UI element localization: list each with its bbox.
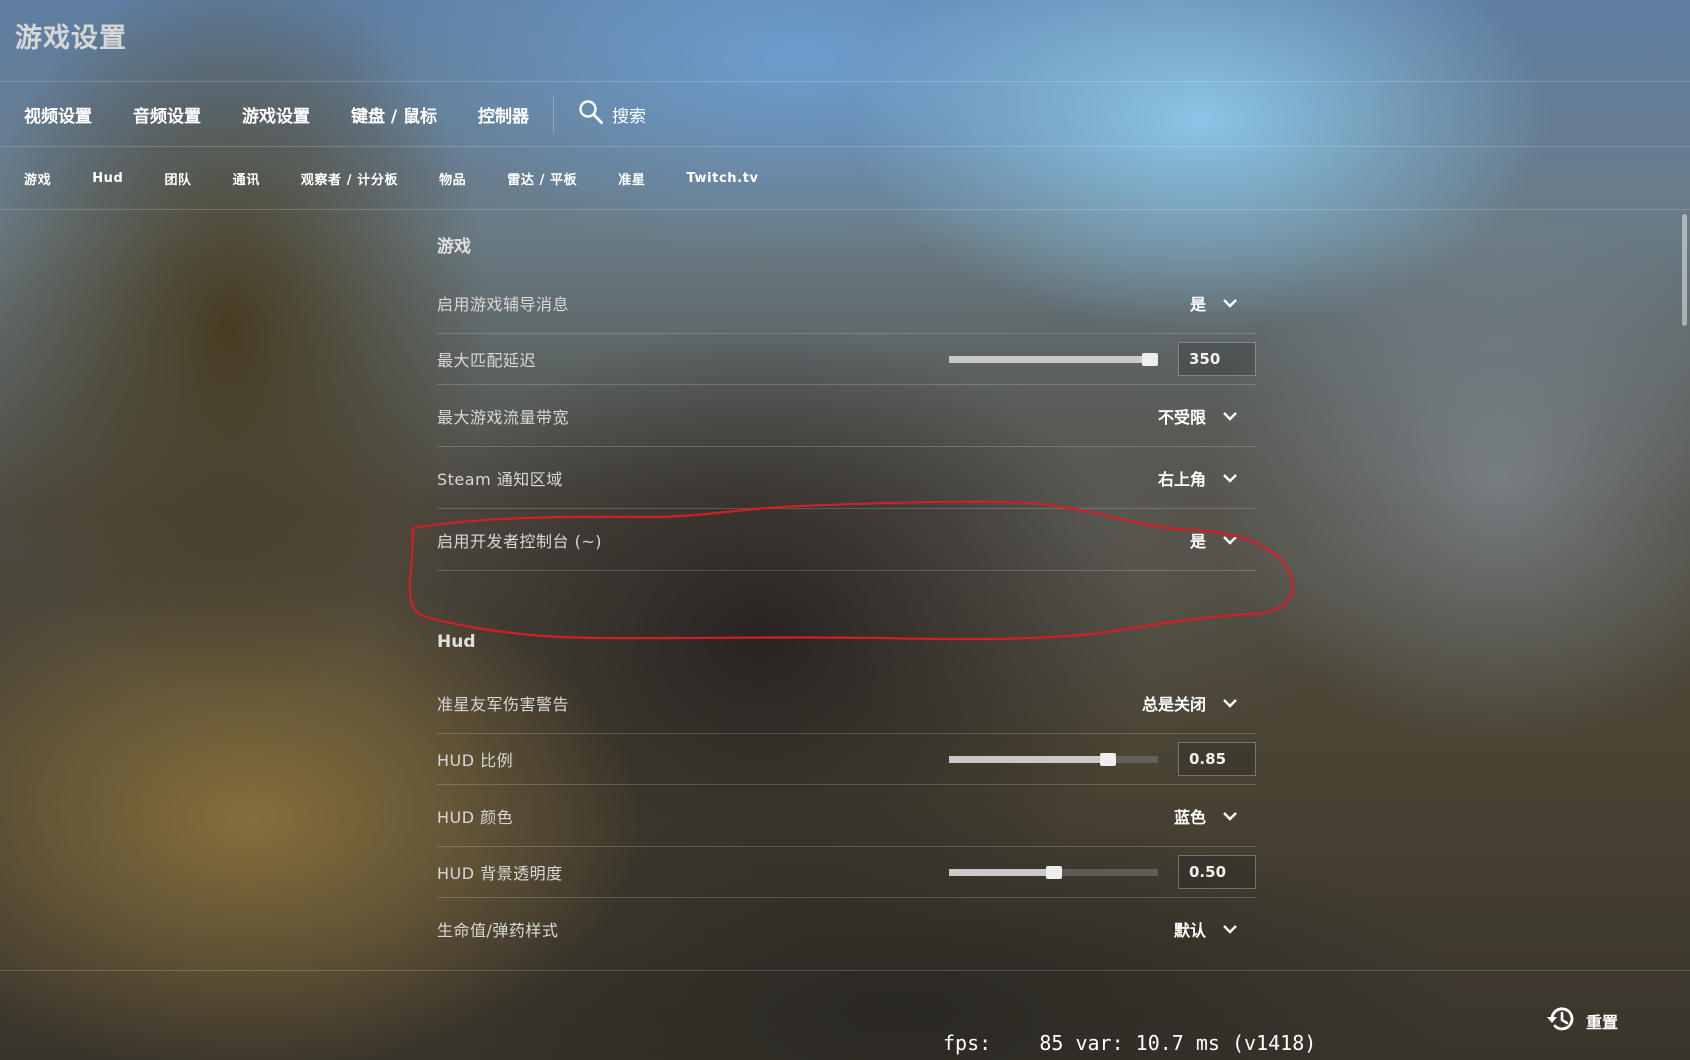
- slider-group: 0.50: [949, 855, 1256, 889]
- nav-separator: [553, 95, 555, 133]
- setting-row-dev-console: 启用开发者控制台 (~) 是: [437, 509, 1256, 571]
- setting-row-ff-warning: 准星友军伤害警告 总是关闭: [437, 672, 1256, 734]
- setting-label: 准星友军伤害警告: [437, 694, 570, 714]
- section-title-hud: Hud: [437, 632, 476, 652]
- setting-label: 启用开发者控制台 (~): [437, 531, 602, 551]
- dropdown-value: 是: [1189, 294, 1206, 314]
- dropdown-value: 不受限: [1157, 407, 1206, 427]
- setting-label: 启用游戏辅导消息: [437, 294, 570, 314]
- dropdown-value: 右上角: [1157, 469, 1206, 489]
- slider-thumb[interactable]: [1141, 352, 1158, 366]
- dropdown-value: 是: [1189, 531, 1206, 551]
- subtab-twitch[interactable]: Twitch.tv: [686, 171, 758, 186]
- subtab-communication[interactable]: 通讯: [233, 169, 260, 188]
- setting-row-tutorial: 启用游戏辅导消息 是: [437, 272, 1256, 334]
- search-button[interactable]: 搜索: [578, 99, 646, 129]
- subtab-crosshair[interactable]: 准星: [618, 169, 645, 188]
- subtab-team[interactable]: 团队: [164, 169, 191, 188]
- subtab-radar-tablet[interactable]: 雷达 / 平板: [507, 169, 577, 188]
- setting-label: Steam 通知区域: [437, 469, 563, 489]
- setting-row-max-ping: 最大匹配延迟 350: [437, 334, 1256, 385]
- subnav-divider: [0, 209, 1690, 210]
- reset-button[interactable]: 重置: [1546, 1004, 1618, 1038]
- top-nav: 视频设置 音频设置 游戏设置 键盘 / 鼠标 控制器 搜索: [0, 82, 1690, 146]
- slider-fill: [949, 868, 1054, 876]
- hud-alpha-input[interactable]: 0.50: [1178, 855, 1256, 889]
- section-title-game: 游戏: [437, 237, 471, 257]
- max-ping-input[interactable]: 350: [1178, 342, 1256, 376]
- setting-label: 生命值/弹药样式: [437, 920, 559, 940]
- chevron-down-icon: [1222, 293, 1238, 312]
- dropdown-hud-color[interactable]: 蓝色: [1174, 804, 1238, 828]
- tab-game-settings[interactable]: 游戏设置: [242, 102, 310, 127]
- chevron-down-icon: [1222, 693, 1238, 712]
- setting-label: 最大游戏流量带宽: [437, 407, 570, 427]
- hud-alpha-slider[interactable]: [949, 865, 1158, 879]
- setting-row-hud-scale: HUD 比例 0.85: [437, 734, 1256, 785]
- slider-thumb[interactable]: [1099, 752, 1116, 766]
- dropdown-steam-notify[interactable]: 右上角: [1158, 466, 1238, 490]
- dropdown-value: 蓝色: [1173, 807, 1206, 827]
- dropdown-bandwidth[interactable]: 不受限: [1158, 404, 1238, 428]
- scrollbar[interactable]: [1682, 214, 1687, 326]
- sub-nav: 游戏 Hud 团队 通讯 观察者 / 计分板 物品 雷达 / 平板 准星 Twi…: [0, 147, 1690, 209]
- setting-label: 最大匹配延迟: [437, 351, 537, 370]
- dropdown-health-style[interactable]: 默认: [1174, 917, 1238, 941]
- search-icon: [578, 99, 604, 129]
- slider-fill: [949, 755, 1108, 763]
- setting-row-steam-notify: Steam 通知区域 右上角: [437, 447, 1256, 509]
- slider-fill: [949, 355, 1150, 363]
- hud-scale-slider[interactable]: [949, 752, 1158, 766]
- tab-keyboard-mouse[interactable]: 键盘 / 鼠标: [351, 102, 437, 127]
- subtab-hud[interactable]: Hud: [92, 171, 123, 186]
- subtab-spectator-scoreboard[interactable]: 观察者 / 计分板: [301, 169, 398, 188]
- slider-group: 350: [949, 342, 1256, 376]
- page-title: 游戏设置: [15, 23, 127, 54]
- setting-row-bandwidth: 最大游戏流量带宽 不受限: [437, 385, 1256, 447]
- chevron-down-icon: [1222, 919, 1238, 938]
- reset-label: 重置: [1586, 1013, 1619, 1032]
- search-label: 搜索: [612, 106, 647, 127]
- hud-scale-input[interactable]: 0.85: [1178, 742, 1256, 776]
- slider-group: 0.85: [949, 742, 1256, 776]
- dropdown-value: 默认: [1173, 920, 1206, 940]
- max-ping-slider[interactable]: [949, 352, 1158, 366]
- setting-row-hud-alpha: HUD 背景透明度 0.50: [437, 847, 1256, 898]
- history-reset-icon: [1546, 1004, 1576, 1038]
- dropdown-value: 总是关闭: [1141, 694, 1206, 714]
- tab-audio-settings[interactable]: 音频设置: [133, 102, 201, 127]
- setting-label: HUD 背景透明度: [437, 864, 563, 883]
- tab-video-settings[interactable]: 视频设置: [24, 102, 92, 127]
- setting-label: HUD 颜色: [437, 807, 514, 827]
- dropdown-tutorial[interactable]: 是: [1190, 291, 1238, 315]
- slider-thumb[interactable]: [1045, 865, 1062, 879]
- chevron-down-icon: [1222, 806, 1238, 825]
- setting-row-health-style: 生命值/弹药样式 默认: [437, 898, 1256, 959]
- subtab-game[interactable]: 游戏: [24, 169, 51, 188]
- setting-row-hud-color: HUD 颜色 蓝色: [437, 785, 1256, 847]
- footer-divider: [0, 970, 1690, 971]
- settings-list: 游戏 启用游戏辅导消息 是 最大匹配延迟 350 最大游戏流量带宽 不受限 St…: [437, 232, 1256, 959]
- subtab-items[interactable]: 物品: [439, 169, 466, 188]
- tab-controller[interactable]: 控制器: [478, 102, 529, 127]
- fps-counter: fps: 85 var: 10.7 ms (v1418): [943, 1031, 1317, 1055]
- chevron-down-icon: [1222, 530, 1238, 549]
- chevron-down-icon: [1222, 468, 1238, 487]
- dropdown-dev-console[interactable]: 是: [1190, 528, 1238, 552]
- setting-label: HUD 比例: [437, 751, 514, 770]
- dropdown-ff-warning[interactable]: 总是关闭: [1142, 691, 1238, 715]
- chevron-down-icon: [1222, 406, 1238, 425]
